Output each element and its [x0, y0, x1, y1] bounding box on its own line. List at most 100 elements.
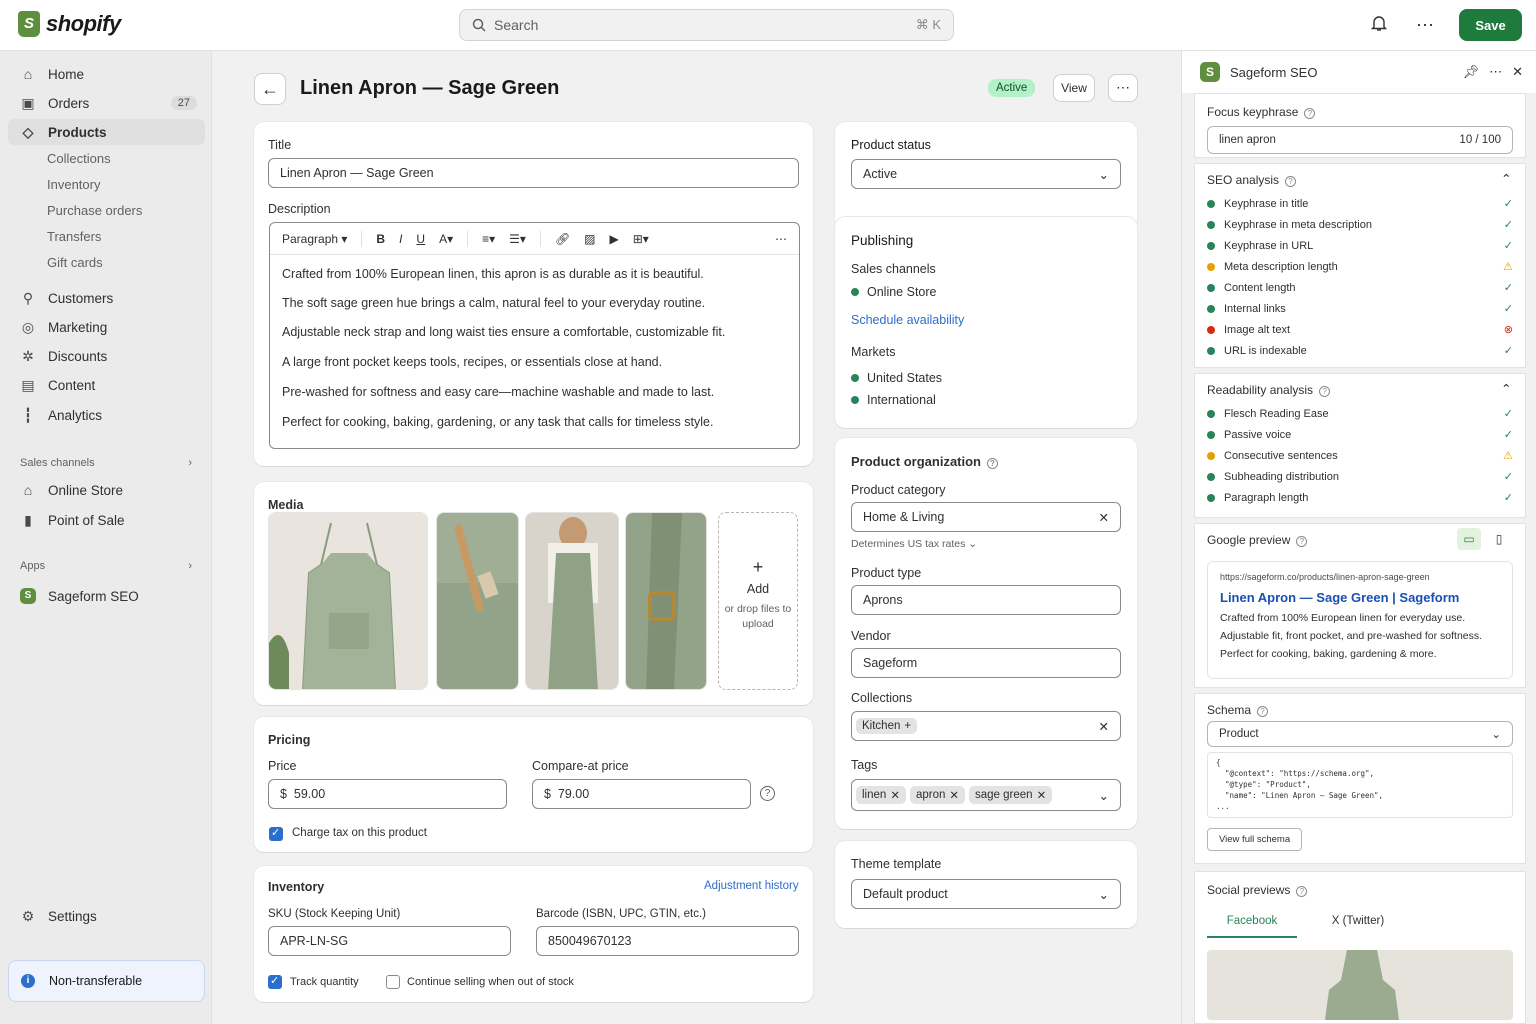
sidebar-subitem-collections[interactable]: Collections — [47, 151, 111, 166]
sidebar-item-home[interactable]: ⌂ Home — [8, 61, 205, 87]
desktop-icon[interactable]: ▭ — [1457, 528, 1481, 550]
sku-input[interactable]: APR-LN-SG — [268, 926, 511, 956]
help-icon[interactable]: ? — [1296, 536, 1308, 547]
clear-icon[interactable]: ✕ — [1099, 510, 1109, 525]
search-input[interactable]: Search ⌘ K — [459, 9, 954, 41]
tag-chip[interactable]: apron ✕ — [909, 786, 966, 804]
sidebar-item-settings[interactable]: ⚙ Settings — [8, 903, 205, 929]
schema-type-select[interactable]: Product ⌄ — [1207, 721, 1513, 747]
schedule-availability-link[interactable]: Schedule availability — [851, 313, 964, 327]
video-icon[interactable]: ▶ — [610, 232, 619, 246]
chevron-up-icon[interactable]: ⌃ — [1501, 381, 1511, 396]
title-input[interactable]: Linen Apron — Sage Green — [268, 158, 799, 188]
remove-icon[interactable]: ✕ — [890, 788, 900, 802]
italic-icon[interactable]: I — [399, 232, 402, 246]
analysis-check-row[interactable]: Image alt text ⊗ — [1207, 323, 1513, 336]
help-icon[interactable]: ? — [1285, 176, 1297, 187]
non-transferable-notice[interactable]: i Non-transferable — [8, 960, 205, 1002]
price-input[interactable]: $ 59.00 — [268, 779, 507, 809]
tax-note[interactable]: Determines US tax rates ⌄ — [851, 538, 977, 550]
collections-input[interactable]: Kitchen + ✕ — [851, 711, 1121, 741]
analysis-check-row[interactable]: Keyphrase in title ✓ — [1207, 197, 1513, 210]
back-button[interactable]: ← — [254, 73, 286, 105]
align-icon[interactable]: ≡▾ — [482, 232, 495, 246]
focus-keyphrase-input[interactable]: linen apron 10 / 100 — [1207, 126, 1513, 154]
sidebar-item-discounts[interactable]: ✲ Discounts — [8, 343, 205, 369]
sales-channels-section[interactable]: Sales channels › — [20, 457, 192, 469]
media-thumbnail[interactable] — [268, 512, 428, 690]
image-icon[interactable]: ▨ — [584, 232, 595, 246]
underline-icon[interactable]: U — [416, 232, 425, 246]
chevron-down-icon[interactable]: ⌄ — [1099, 788, 1109, 803]
sidebar-item-analytics[interactable]: ┇ Analytics — [8, 402, 205, 428]
media-thumbnail[interactable] — [436, 512, 519, 690]
paragraph-format-select[interactable]: Paragraph ▾ — [282, 232, 347, 246]
sidebar-item-online-store[interactable]: ⌂ Online Store — [8, 477, 205, 503]
sidebar-item-point-of-sale[interactable]: ▮ Point of Sale — [8, 507, 205, 533]
clear-icon[interactable]: ✕ — [1099, 719, 1109, 734]
pin-icon[interactable]: 📌︎ — [1463, 64, 1480, 80]
remove-icon[interactable]: ✕ — [1037, 788, 1047, 802]
list-icon[interactable]: ☰▾ — [509, 232, 526, 246]
close-icon[interactable]: ✕ — [1512, 64, 1523, 80]
view-button[interactable]: View — [1053, 74, 1095, 102]
sidebar-item-orders[interactable]: ▣ Orders 27 — [8, 90, 205, 116]
sidebar-item-content[interactable]: ▤ Content — [8, 372, 205, 398]
continue-selling-checkbox[interactable] — [386, 975, 400, 989]
sidebar-subitem-purchase-orders[interactable]: Purchase orders — [47, 203, 142, 218]
adjustment-history-link[interactable]: Adjustment history — [704, 880, 799, 892]
remove-icon[interactable]: ✕ — [949, 788, 959, 802]
help-icon[interactable]: ? — [1319, 386, 1331, 397]
media-thumbnail[interactable] — [625, 512, 707, 690]
analysis-check-row[interactable]: Content length ✓ — [1207, 281, 1513, 294]
table-icon[interactable]: ⊞▾ — [633, 232, 649, 246]
product-type-input[interactable]: Aprons — [851, 585, 1121, 615]
shopify-logo[interactable]: shopify — [18, 11, 121, 37]
tab-twitter[interactable]: X (Twitter) — [1313, 908, 1403, 938]
analysis-check-row[interactable]: Keyphrase in URL ✓ — [1207, 239, 1513, 252]
tab-facebook[interactable]: Facebook — [1207, 908, 1297, 938]
more-icon[interactable]: ⋯ — [1489, 64, 1502, 80]
tag-chip[interactable]: linen ✕ — [856, 786, 906, 804]
analysis-check-row[interactable]: Subheading distribution ✓ — [1207, 470, 1513, 483]
analysis-check-row[interactable]: Paragraph length ✓ — [1207, 491, 1513, 504]
barcode-input[interactable]: 850049670123 — [536, 926, 799, 956]
compare-at-input[interactable]: $ 79.00 — [532, 779, 751, 809]
analysis-check-row[interactable]: Passive voice ✓ — [1207, 428, 1513, 441]
more-icon[interactable]: ⋯ — [1414, 14, 1436, 36]
mobile-icon[interactable]: ▯ — [1491, 528, 1507, 550]
analysis-check-row[interactable]: Consecutive sentences ⚠ — [1207, 449, 1513, 462]
analysis-check-row[interactable]: URL is indexable ✓ — [1207, 344, 1513, 357]
help-icon[interactable]: ? — [1257, 706, 1269, 717]
sidebar-subitem-inventory[interactable]: Inventory — [47, 177, 100, 192]
collection-tag[interactable]: Kitchen + — [856, 718, 918, 734]
category-input[interactable]: Home & Living ✕ — [851, 502, 1121, 532]
media-thumbnail[interactable] — [525, 512, 619, 690]
sidebar-subitem-gift-cards[interactable]: Gift cards — [47, 255, 103, 270]
more-formatting-icon[interactable]: ⋯ — [775, 232, 787, 246]
help-icon[interactable]: ? — [1296, 886, 1308, 897]
status-select[interactable]: Active ⌄ — [851, 159, 1121, 189]
save-button[interactable]: Save — [1459, 9, 1522, 41]
charge-tax-checkbox[interactable] — [269, 826, 283, 841]
theme-template-select[interactable]: Default product ⌄ — [851, 879, 1121, 909]
media-upload-dropzone[interactable]: + Add or drop files to upload — [718, 512, 798, 690]
text-color-icon[interactable]: A▾ — [439, 232, 453, 246]
bell-icon[interactable] — [1368, 14, 1390, 36]
sidebar-item-products[interactable]: ◇ Products — [8, 119, 205, 145]
bold-icon[interactable]: B — [376, 232, 385, 246]
sidebar-item-marketing[interactable]: ◎ Marketing — [8, 314, 205, 340]
link-icon[interactable]: 🔗︎ — [555, 232, 570, 246]
track-quantity-checkbox[interactable] — [268, 974, 282, 989]
analysis-check-row[interactable]: Internal links ✓ — [1207, 302, 1513, 315]
sidebar-subitem-transfers[interactable]: Transfers — [47, 229, 101, 244]
help-icon[interactable]: ? — [760, 786, 775, 801]
description-editor[interactable]: Paragraph ▾ B I U A▾ ≡▾ ☰▾ 🔗︎ ▨ ▶ ⊞▾ ⋯ C… — [269, 222, 800, 449]
view-full-schema-button[interactable]: View full schema — [1207, 828, 1303, 851]
analysis-check-row[interactable]: Keyphrase in meta description ✓ — [1207, 218, 1513, 231]
help-icon[interactable]: ? — [987, 458, 998, 469]
help-icon[interactable]: ? — [1304, 108, 1316, 119]
apps-section[interactable]: Apps › — [20, 560, 192, 572]
vendor-input[interactable]: Sageform — [851, 648, 1121, 678]
chevron-up-icon[interactable]: ⌃ — [1501, 171, 1511, 186]
